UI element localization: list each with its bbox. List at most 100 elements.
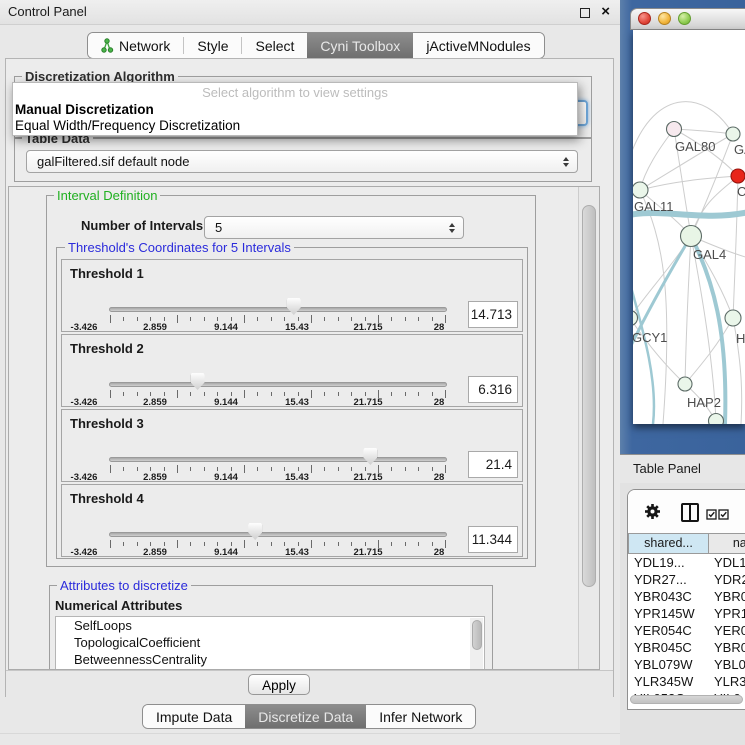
checkbox-checked-icon[interactable] (706, 508, 717, 523)
attribute-list-item[interactable]: BetweennessCentrality (56, 651, 484, 668)
threshold-2-value-field[interactable]: 6.316 (468, 376, 518, 403)
tab-cyni-toolbox[interactable]: Cyni Toolbox (307, 33, 413, 58)
network-canvas[interactable]: GAL80GACGAL11GAL4HGCY1HAP2 (633, 30, 745, 424)
network-node-ga[interactable] (726, 127, 740, 141)
network-node-hap2[interactable] (678, 377, 692, 391)
tick-mark (271, 542, 272, 546)
tick-label: 21.715 (338, 547, 398, 558)
cell-shared-name[interactable]: YPR145W (628, 605, 709, 622)
tab-select[interactable]: Select (242, 33, 307, 58)
cell-name[interactable]: YER0 (709, 622, 745, 639)
threshold-4-slider-track[interactable] (109, 532, 447, 537)
tick-mark (338, 542, 339, 546)
table-row[interactable]: YPR145WYPR1 (628, 605, 745, 622)
settings-gear-icon[interactable] (644, 503, 661, 523)
tab-style[interactable]: Style (184, 33, 241, 58)
popup-option-manual-discretization[interactable]: Manual Discretization (15, 102, 154, 117)
cell-shared-name[interactable]: YER054C (628, 622, 709, 639)
table-row[interactable]: YBL079WYBL0 (628, 656, 745, 673)
threshold-2-label: Threshold 2 (70, 341, 144, 356)
threshold-4-slider-thumb[interactable] (248, 523, 262, 540)
column-header-shared-name[interactable]: shared... (628, 533, 709, 554)
float-window-icon[interactable] (580, 8, 590, 18)
cell-shared-name[interactable]: YDR27... (628, 571, 709, 588)
checkbox-checked-icon[interactable] (718, 508, 729, 523)
panel-bottom-ridge (0, 733, 620, 734)
settings-vertical-scrollbar[interactable] (578, 187, 599, 669)
threshold-1-slider-thumb[interactable] (287, 298, 301, 315)
tick-mark (284, 467, 285, 471)
network-node-h[interactable] (725, 310, 741, 326)
tick-mark (190, 317, 191, 321)
network-node[interactable] (709, 414, 724, 425)
threshold-1-slider-track[interactable] (109, 307, 447, 312)
tab-label: Infer Network (379, 709, 462, 725)
table-horizontal-scrollbar[interactable] (630, 695, 743, 704)
network-node-gal80[interactable] (667, 122, 682, 137)
minimize-traffic-light-icon[interactable] (658, 12, 671, 25)
tick-label: 15.43 (267, 322, 327, 333)
tab-impute-data[interactable]: Impute Data (143, 705, 245, 728)
tick-mark (351, 467, 352, 471)
network-node-c[interactable] (731, 169, 745, 183)
threshold-3-slider-track[interactable] (109, 457, 447, 462)
columns-icon[interactable] (681, 503, 699, 522)
numerical-attributes-list[interactable]: SelfLoopsTopologicalCoefficientBetweenne… (55, 616, 485, 670)
column-header-name[interactable]: name (709, 533, 745, 554)
table-row[interactable]: YBR045CYBR0 (628, 639, 745, 656)
combo-arrows-icon (563, 157, 569, 167)
cell-name[interactable]: YBR0 (709, 588, 745, 605)
cell-shared-name[interactable]: YBR045C (628, 639, 709, 656)
network-node-gal4[interactable] (681, 226, 702, 247)
threshold-2-slider-track[interactable] (109, 382, 447, 387)
number-of-intervals-combobox[interactable]: 5 (204, 216, 464, 239)
table-row[interactable]: YLR345WYLR3 (628, 673, 745, 690)
tick-mark (298, 317, 299, 321)
table-row[interactable]: YDL19...YDL1 (628, 554, 745, 571)
cell-shared-name[interactable]: YDL19... (628, 554, 709, 571)
close-traffic-light-icon[interactable] (638, 12, 651, 25)
cell-name[interactable]: YBL0 (709, 656, 745, 673)
zoom-traffic-light-icon[interactable] (678, 12, 691, 25)
cell-name[interactable]: YBR0 (709, 639, 745, 656)
cell-name[interactable]: YDL1 (709, 554, 745, 571)
tick-label: 15.43 (267, 472, 327, 483)
settings-scrollbar-thumb[interactable] (582, 205, 596, 587)
cell-name[interactable]: YDR2 (709, 571, 745, 588)
apply-button[interactable]: Apply (248, 674, 310, 695)
popup-option-equal-width-frequency[interactable]: Equal Width/Frequency Discretization (15, 118, 240, 133)
tick-mark (324, 542, 325, 546)
table-data-combobox[interactable]: galFiltered.sif default node (26, 150, 578, 173)
threshold-3-slider-thumb[interactable] (363, 448, 377, 465)
cell-name[interactable]: YPR1 (709, 605, 745, 622)
table-panel-title: Table Panel (633, 461, 701, 476)
network-node-gal11[interactable] (633, 182, 648, 198)
tab-infer-network[interactable]: Infer Network (366, 705, 475, 728)
tick-mark (351, 392, 352, 396)
tick-label: 21.715 (338, 397, 398, 408)
tick-mark (405, 392, 406, 396)
threshold-2-slider-thumb[interactable] (191, 373, 205, 390)
table-row[interactable]: YER054CYER0 (628, 622, 745, 639)
tick-label: 15.43 (267, 547, 327, 558)
cell-shared-name[interactable]: YLR345W (628, 673, 709, 690)
cell-shared-name[interactable]: YBR043C (628, 588, 709, 605)
threshold-3-label: Threshold 3 (70, 416, 144, 431)
tab-discretize-data[interactable]: Discretize Data (245, 705, 366, 728)
attributes-scrollbar-thumb[interactable] (472, 620, 482, 650)
tab-jactivemnodules[interactable]: jActiveMNodules (413, 33, 543, 58)
attribute-list-item[interactable]: TopologicalCoefficient (56, 634, 484, 651)
threshold-3-value-field[interactable]: 21.4 (468, 451, 518, 478)
close-icon[interactable]: × (601, 3, 610, 21)
attributes-scrollbar[interactable] (470, 618, 483, 670)
threshold-1-value-field[interactable]: 14.713 (468, 301, 518, 328)
cell-shared-name[interactable]: YBL079W (628, 656, 709, 673)
table-row[interactable]: YDR27...YDR2 (628, 571, 745, 588)
number-of-intervals-value: 5 (215, 217, 222, 239)
attribute-list-item[interactable]: SelfLoops (56, 617, 484, 634)
cell-name[interactable]: YLR3 (709, 673, 745, 690)
table-row[interactable]: YBR043CYBR0 (628, 588, 745, 605)
tick-mark (391, 467, 392, 471)
tab-network[interactable]: Network (88, 33, 183, 58)
threshold-4-value-field[interactable]: 11.344 (468, 526, 518, 553)
